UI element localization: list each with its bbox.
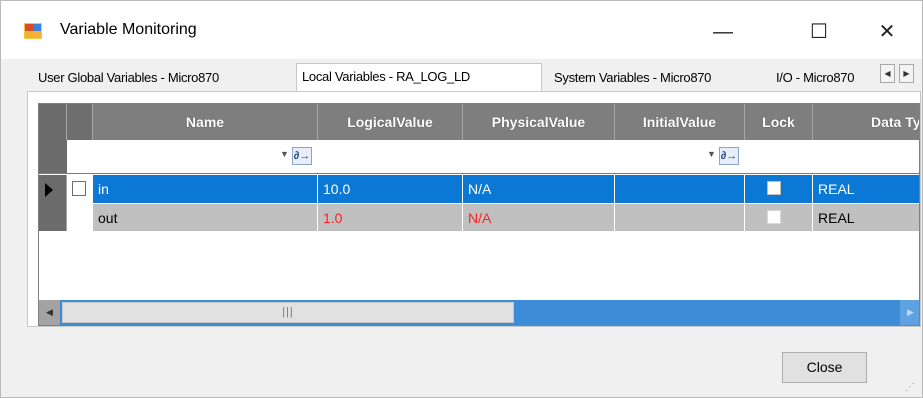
cell-lock[interactable]	[745, 175, 813, 203]
close-button[interactable]: Close	[782, 352, 867, 383]
title-bar[interactable]: Variable Monitoring — ☐ ✕	[1, 1, 922, 59]
variables-grid: Name LogicalValue PhysicalValue InitialV…	[38, 103, 920, 326]
current-row-arrow-icon	[45, 183, 53, 197]
maximize-button[interactable]: ☐	[791, 11, 847, 53]
column-header-initial-value[interactable]: InitialValue	[615, 104, 745, 140]
cell-logical-value[interactable]: 1.0	[318, 203, 463, 231]
window-title: Variable Monitoring	[60, 21, 197, 38]
tab-scroll-left-icon[interactable]: ◀	[880, 64, 895, 83]
variable-monitoring-window: Variable Monitoring — ☐ ✕ User Global Va…	[0, 0, 923, 398]
tab-user-global-variables[interactable]: User Global Variables - Micro870	[33, 67, 285, 91]
column-header-logical-value[interactable]: LogicalValue	[318, 104, 463, 140]
lock-checkbox[interactable]	[767, 210, 781, 224]
cell-name[interactable]: in	[93, 175, 318, 203]
minimize-button[interactable]: —	[695, 11, 751, 53]
scrollbar-thumb[interactable]: |||	[62, 302, 514, 323]
cell-logical-value[interactable]: 10.0	[318, 175, 463, 203]
tab-system-variables[interactable]: System Variables - Micro870	[549, 67, 769, 91]
name-filter-cell[interactable]: ▼ ∂→	[67, 140, 318, 173]
name-filter-icon[interactable]: ∂→	[292, 147, 312, 165]
scroll-right-icon[interactable]: ▶	[900, 300, 919, 325]
column-header-physical-value[interactable]: PhysicalValue	[463, 104, 615, 140]
cell-physical-value[interactable]: N/A	[463, 203, 615, 231]
row-select-checkbox[interactable]	[72, 181, 86, 196]
close-window-button[interactable]: ✕	[859, 11, 915, 53]
filter-row-header	[39, 140, 67, 173]
cell-lock[interactable]	[745, 203, 813, 231]
cell-physical-value[interactable]: N/A	[463, 175, 615, 203]
cell-data-type[interactable]: REAL	[813, 203, 919, 231]
tab-local-variables[interactable]: Local Variables - RA_LOG_LD	[296, 63, 542, 92]
scroll-left-icon[interactable]: ◀	[39, 300, 60, 325]
cell-initial-value[interactable]	[615, 175, 745, 203]
select-column-header	[67, 104, 93, 140]
initial-value-filter-icon[interactable]: ∂→	[719, 147, 739, 165]
initial-value-filter-dropdown-icon[interactable]: ▼	[707, 149, 716, 159]
initial-value-filter-cell[interactable]: ▼ ∂→	[615, 140, 745, 173]
table-row[interactable]: in 10.0 N/A REAL	[39, 175, 919, 203]
row-header[interactable]	[39, 203, 67, 231]
row-select-cell[interactable]	[67, 175, 93, 203]
tab-io[interactable]: I/O - Micro870	[771, 67, 879, 91]
lock-checkbox[interactable]	[767, 181, 781, 195]
row-header[interactable]	[39, 175, 67, 203]
cell-data-type[interactable]: REAL	[813, 175, 919, 203]
filter-row: ▼ ∂→ ▼ ∂→	[39, 140, 919, 174]
column-header-name[interactable]: Name	[93, 104, 318, 140]
horizontal-scrollbar[interactable]: ◀ ||| ▶	[39, 300, 919, 325]
name-filter-dropdown-icon[interactable]: ▼	[280, 149, 289, 159]
variable-tabs: User Global Variables - Micro870 Local V…	[1, 59, 922, 92]
column-header-data-type[interactable]: Data Type	[813, 104, 919, 140]
grid-header-row: Name LogicalValue PhysicalValue InitialV…	[39, 104, 919, 140]
row-header-corner	[39, 104, 67, 140]
resize-grip-icon[interactable]: ⋰	[905, 382, 917, 394]
cell-initial-value[interactable]	[615, 203, 745, 231]
variable-monitoring-icon	[24, 23, 42, 39]
tab-scroll-right-icon[interactable]: ▶	[899, 64, 914, 83]
local-variables-page: Name LogicalValue PhysicalValue InitialV…	[27, 91, 921, 327]
row-select-cell[interactable]	[67, 203, 93, 231]
column-header-lock[interactable]: Lock	[745, 104, 813, 140]
table-row[interactable]: out 1.0 N/A REAL	[39, 203, 919, 231]
cell-name[interactable]: out	[93, 203, 318, 231]
